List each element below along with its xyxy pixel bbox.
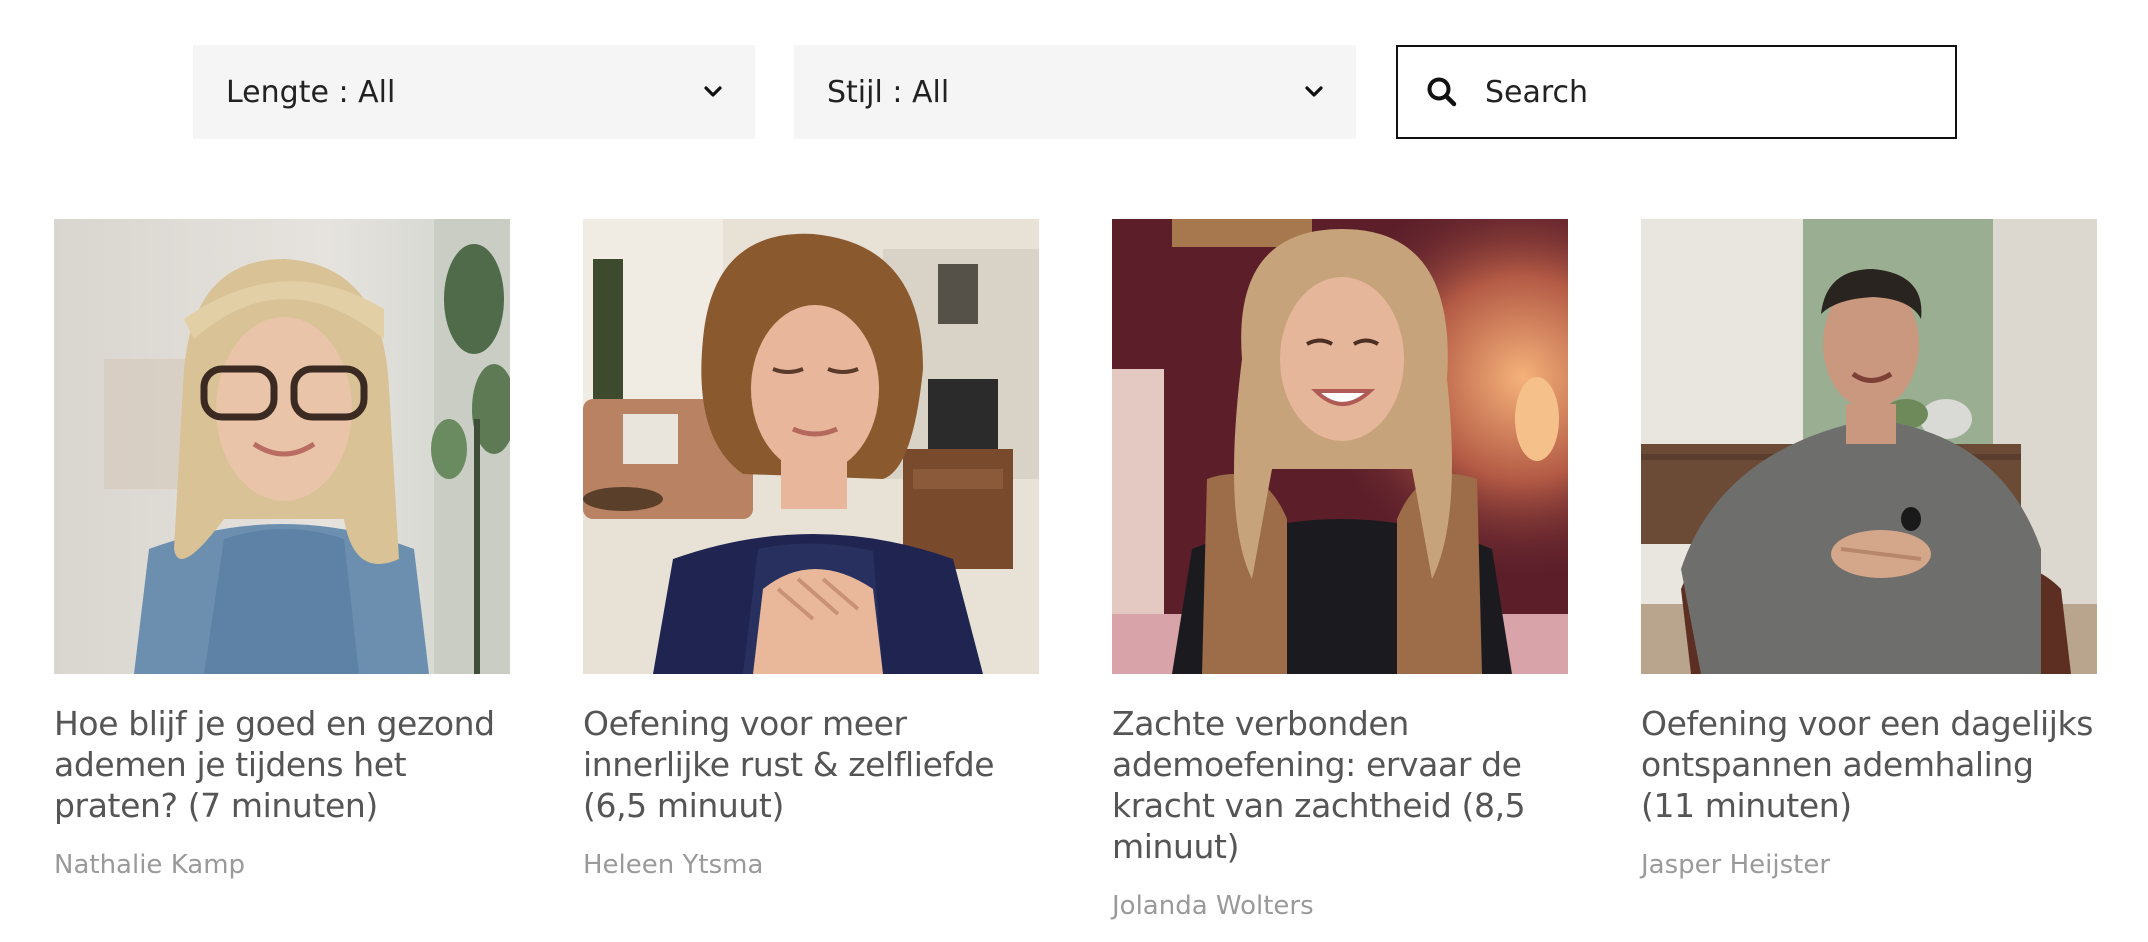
card-title[interactable]: Zachte verbonden ademoefening: ervaar de… <box>1112 703 1568 867</box>
style-filter-label: Stijl : All <box>827 74 950 110</box>
length-filter-label: Lengte : All <box>226 74 396 110</box>
video-card[interactable]: Oefening voor een dagelijks ontspannen a… <box>1641 219 2097 880</box>
card-title[interactable]: Hoe blijf je goed en gezond ademen je ti… <box>54 703 510 826</box>
video-thumbnail[interactable] <box>54 219 510 674</box>
video-thumbnail[interactable] <box>1641 219 2097 674</box>
card-author: Jasper Heijster <box>1641 850 1831 880</box>
video-card[interactable]: Hoe blijf je goed en gezond ademen je ti… <box>54 219 510 880</box>
video-thumbnail[interactable] <box>583 219 1039 674</box>
chevron-down-icon <box>1304 82 1324 102</box>
search-box[interactable] <box>1396 45 1957 139</box>
card-author: Jolanda Wolters <box>1112 891 1314 921</box>
chevron-down-icon <box>703 82 723 102</box>
search-icon <box>1425 75 1459 109</box>
card-author: Heleen Ytsma <box>583 850 764 880</box>
video-thumbnail[interactable] <box>1112 219 1568 674</box>
video-card[interactable]: Zachte verbonden ademoefening: ervaar de… <box>1112 219 1568 921</box>
search-input[interactable] <box>1485 74 1915 110</box>
card-title[interactable]: Oefening voor een dagelijks ontspannen a… <box>1641 703 2097 826</box>
card-author: Nathalie Kamp <box>54 850 246 880</box>
card-title[interactable]: Oefening voor meer innerlijke rust & zel… <box>583 703 1039 826</box>
length-filter-select[interactable]: Lengte : All <box>193 45 755 139</box>
video-card[interactable]: Oefening voor meer innerlijke rust & zel… <box>583 219 1039 880</box>
style-filter-select[interactable]: Stijl : All <box>794 45 1356 139</box>
